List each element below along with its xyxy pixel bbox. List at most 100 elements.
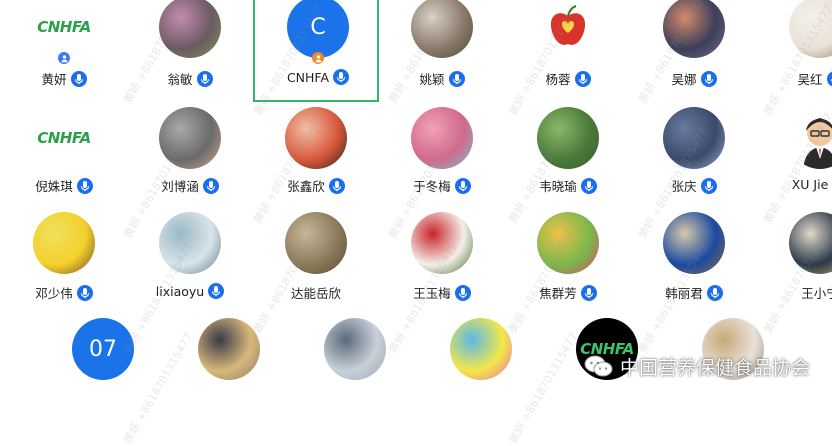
host-badge-icon [58, 52, 70, 64]
participant-avatar [33, 212, 95, 274]
participant-avatar [789, 107, 832, 169]
participant-avatar [159, 212, 221, 274]
microphone-icon[interactable] [333, 69, 349, 85]
participant-name-row: 韩丽君 [631, 283, 757, 302]
participant-tile[interactable]: 韩丽君 [631, 210, 757, 310]
participant-avatar [663, 107, 725, 169]
microphone-icon[interactable] [455, 178, 471, 194]
microphone-icon[interactable] [203, 178, 219, 194]
participant-name-row: 翁敏 [127, 69, 253, 88]
participant-tile[interactable]: 姚颖 [379, 0, 505, 102]
org-name: 中国营养保健食品协会 [620, 353, 810, 380]
microphone-icon[interactable] [581, 285, 597, 301]
participant-tile[interactable]: CNHFA 倪姝琪 [1, 105, 127, 205]
participant-tile[interactable]: 达能岳欣 [253, 210, 379, 310]
participant-tile[interactable]: 吴娜 [631, 0, 757, 102]
participant-name-row: 邓少伟 [1, 283, 127, 302]
participant-tile[interactable]: lixiaoyu [127, 210, 253, 310]
participant-tile[interactable]: 07 [40, 316, 166, 416]
participant-tile[interactable]: 翁敏 [127, 0, 253, 102]
participant-name-row: CNHFA [255, 69, 381, 85]
participant-tile[interactable]: 张庆 [631, 105, 757, 205]
participant-tile[interactable]: 张鑫欣 [253, 105, 379, 205]
participant-tile[interactable] [418, 316, 544, 416]
microphone-icon[interactable] [707, 285, 723, 301]
participant-name: lixiaoyu [156, 284, 204, 299]
participant-avatar: 07 [72, 318, 134, 380]
participant-tile[interactable] [292, 316, 418, 416]
microphone-icon[interactable] [77, 178, 93, 194]
microphone-icon[interactable] [701, 71, 717, 87]
microphone-icon[interactable] [329, 178, 345, 194]
participant-tile[interactable]: 于冬梅 [379, 105, 505, 205]
participant-tile[interactable]: 韦晓瑜 [505, 105, 631, 205]
microphone-icon[interactable] [575, 71, 591, 87]
participant-avatar [198, 318, 260, 380]
avatar-initial: C [310, 15, 325, 40]
participant-name-row: 于冬梅 [379, 176, 505, 195]
participant-name: 吴红 [797, 69, 822, 88]
participant-name-row: 王小宁 [757, 283, 832, 302]
participant-name: 黄妍 [41, 69, 66, 88]
participant-name-row: 刘博涵 [127, 176, 253, 195]
participant-tile[interactable]: 焦群芳 [505, 210, 631, 310]
participant-name-row: XU Jie [757, 176, 832, 192]
participant-avatar [411, 212, 473, 274]
participant-name: 倪姝琪 [35, 176, 73, 195]
participant-tile[interactable]: 王玉梅 [379, 210, 505, 310]
participant-name-row: 倪姝琪 [1, 176, 127, 195]
participant-tile[interactable]: 刘博涵 [127, 105, 253, 205]
participant-name: 翁敏 [167, 69, 192, 88]
cnhfa-logo: CNHFA [37, 129, 91, 147]
participant-name-row: 黄妍 [1, 69, 127, 88]
microphone-icon[interactable] [701, 178, 717, 194]
participant-avatar [537, 212, 599, 274]
participant-name: 王小宁 [801, 283, 832, 302]
participant-name-row: lixiaoyu [127, 283, 253, 299]
participant-name-row: 杨蓉 [505, 69, 631, 88]
microphone-icon[interactable] [197, 71, 213, 87]
participant-avatar [411, 107, 473, 169]
participant-avatar [285, 212, 347, 274]
participant-tile[interactable]: CNHFA 黄妍 [1, 0, 127, 102]
microphone-icon[interactable] [581, 178, 597, 194]
participant-avatar [663, 212, 725, 274]
participant-avatar [789, 212, 832, 274]
microphone-icon[interactable] [208, 283, 224, 299]
microphone-icon[interactable] [77, 285, 93, 301]
participant-tile[interactable]: 王小宁 [757, 210, 832, 310]
participant-name: 于冬梅 [413, 176, 451, 195]
participant-avatar [450, 318, 512, 380]
participant-avatar: CNHFA [33, 0, 95, 58]
participant-tile[interactable]: XU Jie [757, 105, 832, 205]
participant-name-row: 吴娜 [631, 69, 757, 88]
cartoon-avatar-icon [789, 107, 832, 169]
participant-avatar [663, 0, 725, 58]
microphone-icon[interactable] [71, 71, 87, 87]
participant-name: 杨蓉 [545, 69, 570, 88]
apple-icon [548, 4, 588, 50]
participant-name-row: 张鑫欣 [253, 176, 379, 195]
participant-tile[interactable]: 杨蓉 [505, 0, 631, 102]
microphone-icon[interactable] [827, 71, 832, 87]
participant-name: XU Jie [792, 177, 829, 192]
participant-grid: CNHFA黄妍翁敏CCNHFA姚颖杨蓉吴娜吴红CNHFA倪姝琪刘博涵张鑫欣于冬梅… [0, 0, 832, 400]
participant-avatar: CNHFA [33, 107, 95, 169]
participant-avatar: C [287, 0, 349, 58]
participant-tile[interactable]: 吴红 [757, 0, 832, 102]
participant-tile[interactable] [166, 316, 292, 416]
participant-tile[interactable]: 邓少伟 [1, 210, 127, 310]
participant-name-row: 张庆 [631, 176, 757, 195]
participant-tile[interactable]: C CNHFA [253, 0, 379, 102]
participant-name: 邓少伟 [35, 283, 73, 302]
participant-name-row: 姚颖 [379, 69, 505, 88]
participant-name: 张鑫欣 [287, 176, 325, 195]
participant-name-row: 韦晓瑜 [505, 176, 631, 195]
microphone-icon[interactable] [455, 285, 471, 301]
wechat-icon [584, 354, 614, 380]
participant-name: 张庆 [671, 176, 696, 195]
microphone-icon[interactable] [449, 71, 465, 87]
participant-name: 焦群芳 [539, 283, 577, 302]
participant-name: 达能岳欣 [291, 283, 341, 302]
participant-name: 刘博涵 [161, 176, 199, 195]
